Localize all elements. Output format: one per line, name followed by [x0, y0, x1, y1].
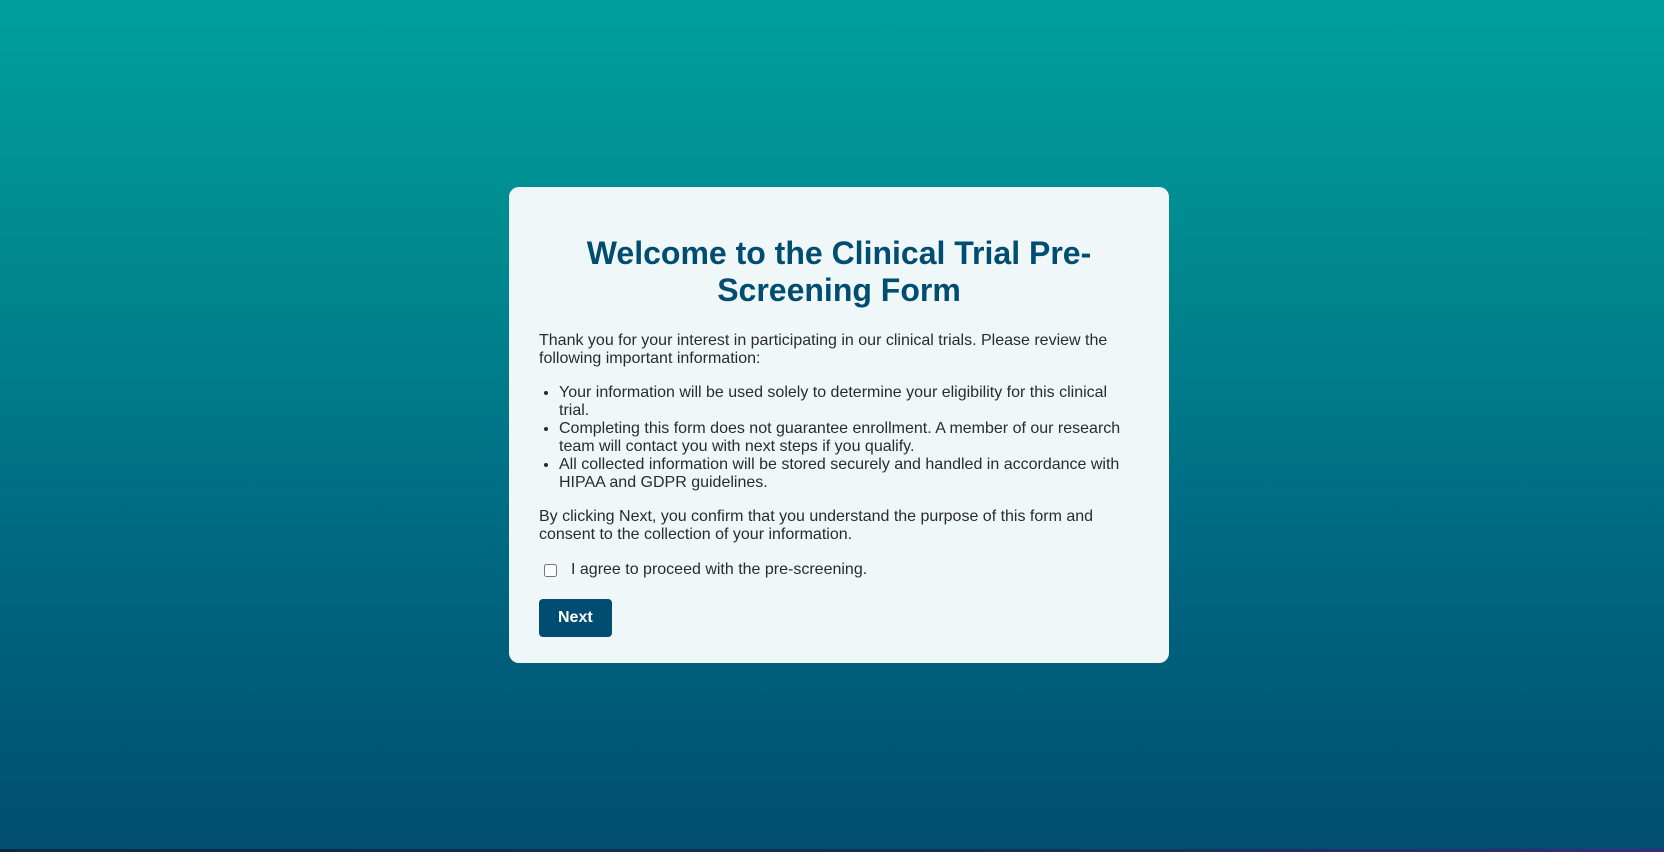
agree-label[interactable]: I agree to proceed with the pre-screenin… — [571, 561, 867, 579]
list-item: Your information will be used solely to … — [559, 384, 1139, 420]
list-item: All collected information will be stored… — [559, 456, 1139, 492]
agree-row: I agree to proceed with the pre-screenin… — [539, 561, 1139, 579]
intro-text: Thank you for your interest in participa… — [539, 332, 1108, 367]
next-button[interactable]: Next — [539, 599, 612, 637]
page-title: Welcome to the Clinical Trial Pre-Screen… — [586, 235, 1092, 308]
pre-screening-card: Welcome to the Clinical Trial Pre-Screen… — [509, 187, 1169, 663]
list-item: Completing this form does not guarantee … — [559, 420, 1139, 456]
consent-text: By clicking Next, you confirm that you u… — [539, 508, 1094, 543]
info-list: Your information will be used solely to … — [539, 384, 1139, 492]
agree-checkbox[interactable] — [544, 563, 557, 577]
